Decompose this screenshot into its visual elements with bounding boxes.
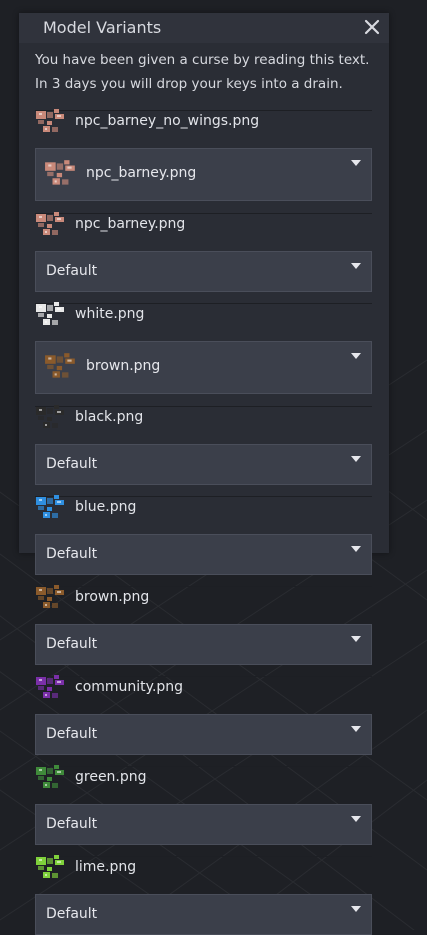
- variant-select[interactable]: Default: [35, 894, 372, 935]
- texture-thumbnail-icon: [36, 765, 64, 788]
- caret-down-icon: [351, 160, 361, 166]
- row-divider: [35, 213, 372, 214]
- texture-thumbnail-icon: [36, 585, 64, 608]
- row-divider: [35, 586, 372, 587]
- row-divider: [35, 406, 372, 407]
- texture-thumbnail-icon: [36, 675, 64, 698]
- caret-down-icon: [351, 456, 361, 462]
- variant-select[interactable]: Default: [35, 714, 372, 755]
- variant-name: blue.png: [75, 499, 137, 515]
- select-value: Default: [46, 726, 98, 742]
- caret-down-icon: [351, 546, 361, 552]
- texture-thumbnail-icon: [36, 212, 64, 235]
- variant-thumbnail: [35, 109, 67, 135]
- texture-thumbnail-icon: [45, 353, 75, 378]
- select-value: Default: [46, 263, 98, 279]
- variant-name: lime.png: [75, 859, 137, 875]
- caret-down-icon: [351, 906, 361, 912]
- dialog-message: You have been given a curse by reading t…: [35, 52, 370, 92]
- caret-down-icon: [351, 816, 361, 822]
- variant-select[interactable]: Default: [35, 444, 372, 485]
- variant-select[interactable]: brown.png: [35, 341, 372, 394]
- row-divider: [35, 766, 372, 767]
- variant-select[interactable]: Default: [35, 251, 372, 292]
- variant-thumbnail: [35, 405, 67, 431]
- texture-thumbnail-icon: [36, 302, 64, 325]
- select-value: npc_barney.png: [86, 165, 197, 181]
- variant-thumbnail: [35, 212, 67, 238]
- variant-select[interactable]: Default: [35, 804, 372, 845]
- variant-name: community.png: [75, 679, 184, 695]
- texture-thumbnail-icon: [36, 855, 64, 878]
- variant-name: white.png: [75, 306, 145, 322]
- row-divider: [35, 676, 372, 677]
- variant-select[interactable]: Default: [35, 624, 372, 665]
- texture-thumbnail-icon: [45, 160, 75, 185]
- selected-variant-thumbnail: [44, 155, 78, 193]
- select-value: Default: [46, 906, 98, 922]
- select-value: Default: [46, 816, 98, 832]
- select-value: Default: [46, 636, 98, 652]
- texture-thumbnail-icon: [36, 405, 64, 428]
- variant-select[interactable]: Default: [35, 534, 372, 575]
- caret-down-icon: [351, 353, 361, 359]
- caret-down-icon: [351, 636, 361, 642]
- select-value: Default: [46, 546, 98, 562]
- variant-name: brown.png: [75, 589, 150, 605]
- selected-variant-thumbnail: [44, 348, 78, 386]
- caret-down-icon: [351, 263, 361, 269]
- select-value: brown.png: [86, 358, 161, 374]
- select-value: Default: [46, 456, 98, 472]
- variant-thumbnail: [35, 855, 67, 881]
- variant-name: npc_barney_no_wings.png: [75, 113, 260, 129]
- texture-thumbnail-icon: [36, 109, 64, 132]
- variant-thumbnail: [35, 495, 67, 521]
- texture-thumbnail-icon: [36, 495, 64, 518]
- variant-name: black.png: [75, 409, 144, 425]
- variant-select[interactable]: npc_barney.png: [35, 148, 372, 201]
- row-divider: [35, 856, 372, 857]
- variant-name: npc_barney.png: [75, 216, 186, 232]
- row-divider: [35, 496, 372, 497]
- variant-thumbnail: [35, 765, 67, 791]
- variant-thumbnail: [35, 585, 67, 611]
- row-divider: [35, 110, 372, 111]
- caret-down-icon: [351, 726, 361, 732]
- variant-name: green.png: [75, 769, 147, 785]
- row-divider: [35, 303, 372, 304]
- variant-thumbnail: [35, 302, 67, 328]
- variant-thumbnail: [35, 675, 67, 701]
